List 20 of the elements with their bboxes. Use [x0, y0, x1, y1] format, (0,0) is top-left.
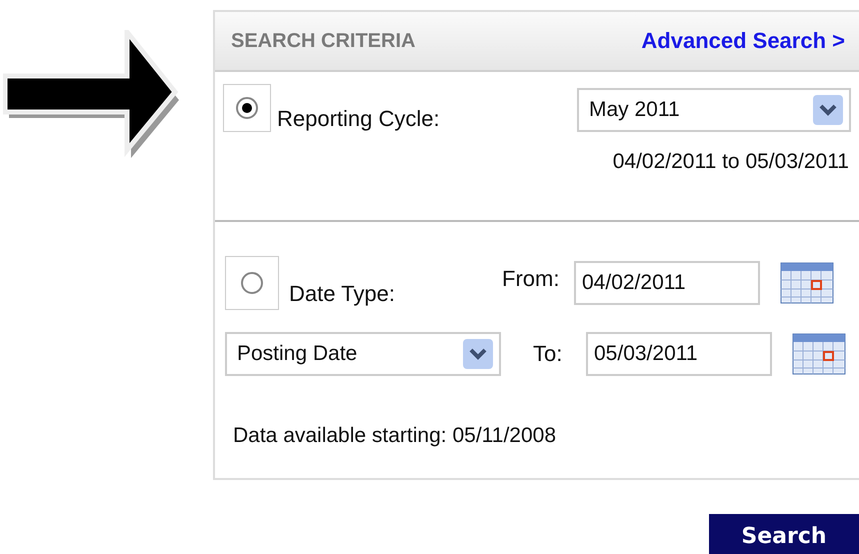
- to-label: To:: [533, 341, 564, 367]
- radio-button[interactable]: [223, 84, 271, 132]
- date-type-dropdown[interactable]: Posting Date: [225, 332, 501, 376]
- panel-title: SEARCH CRITERIA: [231, 30, 416, 52]
- from-label: From:: [502, 266, 560, 292]
- to-date-field[interactable]: 05/03/2011: [586, 332, 772, 376]
- date-range-text: 04/02/2011 to 05/03/2011: [612, 150, 850, 174]
- chevron-down-icon: [813, 95, 843, 125]
- advanced-search-link[interactable]: Advanced Search >: [641, 28, 845, 54]
- radio-button[interactable]: [225, 256, 279, 310]
- cycle-dropdown[interactable]: May 2011: [577, 88, 851, 132]
- arrow-icon: [3, 30, 179, 158]
- chevron-down-icon: [463, 339, 493, 369]
- from-date-field[interactable]: 04/02/2011: [574, 261, 760, 305]
- reporting-cycle-label: Reporting Cycle:: [277, 106, 441, 132]
- date-type-label: Date Type:: [289, 281, 396, 307]
- search-button[interactable]: Search: [709, 514, 859, 554]
- availability-note: Data available starting: 05/11/2008: [233, 424, 557, 448]
- calendar-icon[interactable]: [792, 333, 846, 375]
- calendar-icon[interactable]: [780, 262, 834, 304]
